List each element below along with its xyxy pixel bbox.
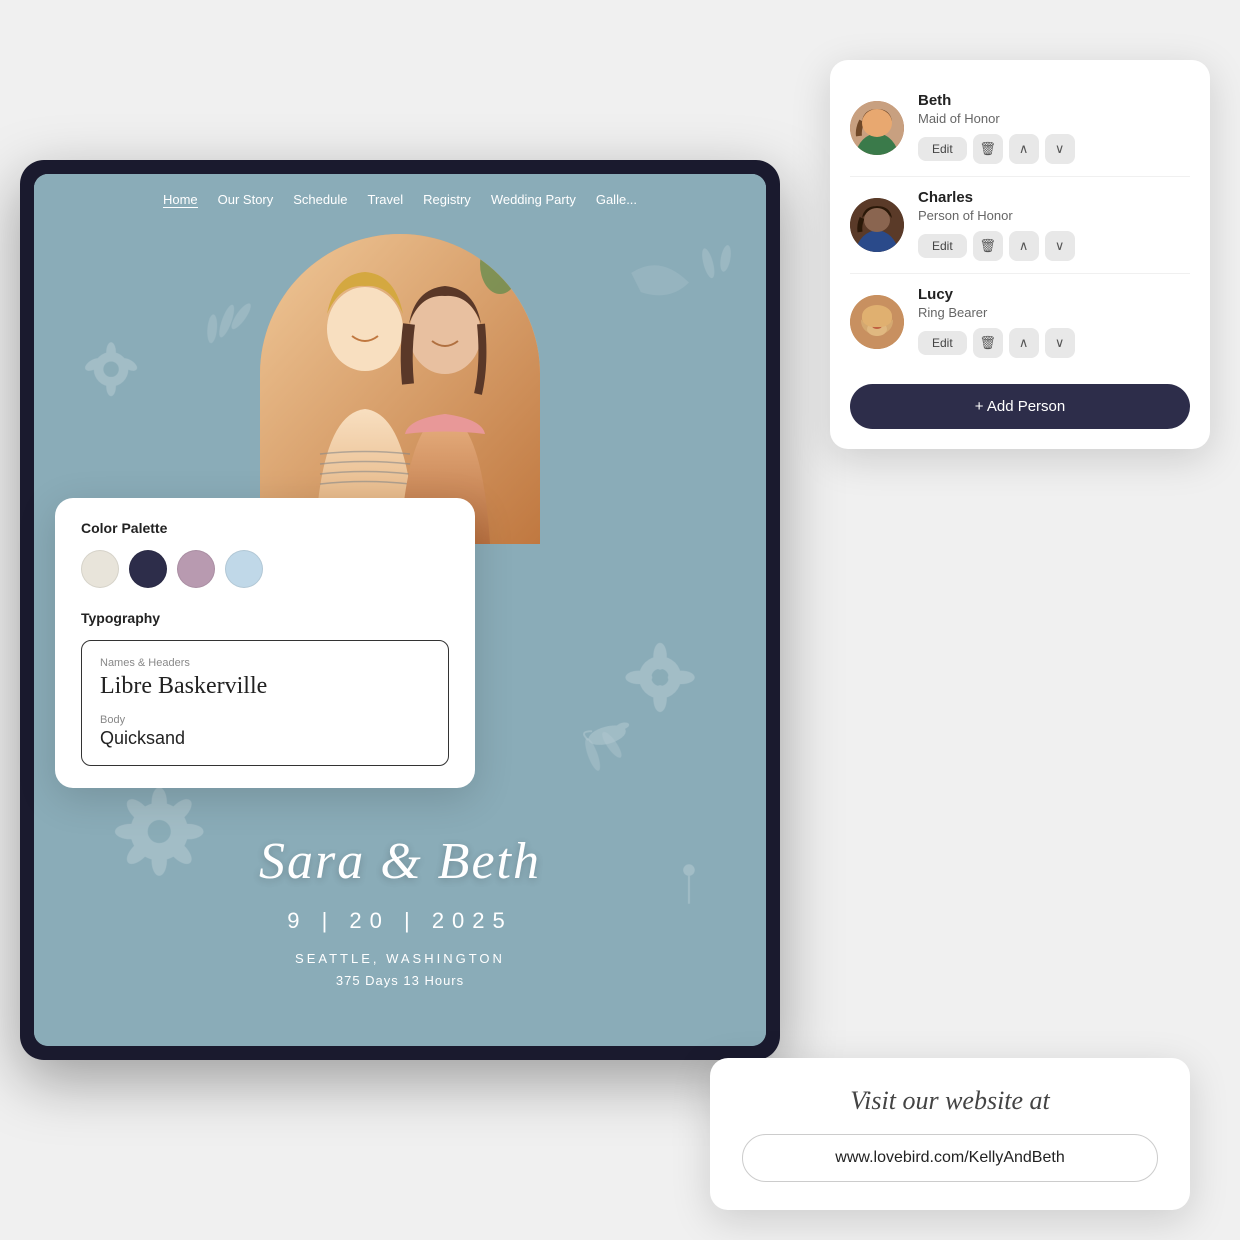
delete-beth-button[interactable]: 🗑	[973, 134, 1003, 164]
site-nav: Home Our Story Schedule Travel Registry …	[34, 174, 766, 218]
chevron-up-icon: ∧	[1019, 238, 1029, 254]
palette-color-1[interactable]	[81, 550, 119, 588]
party-member-charles: Charles Person of Honor Edit 🗑 ∧ ∨	[850, 177, 1190, 274]
move-down-beth-button[interactable]: ∨	[1045, 134, 1075, 164]
typo-names-label: Names & Headers	[100, 657, 430, 669]
member-role-charles: Person of Honor	[918, 208, 1190, 223]
nav-wedding-party[interactable]: Wedding Party	[491, 192, 576, 208]
member-info-charles: Charles Person of Honor Edit 🗑 ∧ ∨	[918, 189, 1190, 261]
nav-schedule[interactable]: Schedule	[293, 192, 347, 208]
nav-home[interactable]: Home	[163, 192, 198, 208]
couple-names: Sara & Beth	[34, 832, 766, 891]
member-info-beth: Beth Maid of Honor Edit 🗑 ∧ ∨	[918, 92, 1190, 164]
member-name-charles: Charles	[918, 189, 1190, 206]
countdown: 375 Days 13 Hours	[34, 973, 766, 988]
member-name-lucy: Lucy	[918, 286, 1190, 303]
member-actions-lucy: Edit 🗑 ∧ ∨	[918, 328, 1190, 358]
trash-icon: 🗑	[979, 335, 996, 351]
nav-travel[interactable]: Travel	[367, 192, 403, 208]
move-up-beth-button[interactable]: ∧	[1009, 134, 1039, 164]
edit-lucy-button[interactable]: Edit	[918, 331, 967, 355]
member-role-beth: Maid of Honor	[918, 111, 1190, 126]
chevron-up-icon: ∧	[1019, 335, 1029, 351]
typo-font-name: Libre Baskerville	[100, 673, 430, 700]
chevron-down-icon: ∨	[1055, 238, 1065, 254]
trash-icon: 🗑	[979, 238, 996, 254]
palette-dots	[81, 550, 449, 588]
party-card: Beth Maid of Honor Edit 🗑 ∧ ∨	[830, 60, 1210, 449]
typography-box: Names & Headers Libre Baskerville Body Q…	[81, 640, 449, 766]
palette-color-4[interactable]	[225, 550, 263, 588]
palette-section-title: Color Palette	[81, 520, 449, 536]
delete-charles-button[interactable]: 🗑	[973, 231, 1003, 261]
edit-beth-button[interactable]: Edit	[918, 137, 967, 161]
chevron-down-icon: ∨	[1055, 335, 1065, 351]
member-actions-charles: Edit 🗑 ∧ ∨	[918, 231, 1190, 261]
edit-charles-button[interactable]: Edit	[918, 234, 967, 258]
party-member-lucy: Lucy Ring Bearer Edit 🗑 ∧ ∨	[850, 274, 1190, 370]
member-info-lucy: Lucy Ring Bearer Edit 🗑 ∧ ∨	[918, 286, 1190, 358]
palette-card: Color Palette Typography Names & Headers…	[55, 498, 475, 788]
move-down-lucy-button[interactable]: ∨	[1045, 328, 1075, 358]
website-url[interactable]: www.lovebird.com/KellyAndBeth	[742, 1134, 1158, 1182]
nav-registry[interactable]: Registry	[423, 192, 471, 208]
member-name-beth: Beth	[918, 92, 1190, 109]
member-avatar-charles	[850, 198, 904, 252]
typo-body-font: Quicksand	[100, 728, 430, 749]
move-up-lucy-button[interactable]: ∧	[1009, 328, 1039, 358]
typo-body-label: Body	[100, 714, 430, 726]
website-card: Visit our website at www.lovebird.com/Ke…	[710, 1058, 1190, 1210]
wedding-date: 9 | 20 | 2025	[34, 908, 766, 934]
move-down-charles-button[interactable]: ∨	[1045, 231, 1075, 261]
delete-lucy-button[interactable]: 🗑	[973, 328, 1003, 358]
palette-color-2[interactable]	[129, 550, 167, 588]
member-avatar-beth	[850, 101, 904, 155]
chevron-down-icon: ∨	[1055, 141, 1065, 157]
trash-icon: 🗑	[979, 141, 996, 157]
visit-text: Visit our website at	[742, 1086, 1158, 1116]
member-avatar-lucy	[850, 295, 904, 349]
wedding-location: SEATTLE, WASHINGTON	[34, 951, 766, 966]
move-up-charles-button[interactable]: ∧	[1009, 231, 1039, 261]
typography-section-title: Typography	[81, 610, 449, 626]
party-member-beth: Beth Maid of Honor Edit 🗑 ∧ ∨	[850, 80, 1190, 177]
add-person-button[interactable]: + Add Person	[850, 384, 1190, 429]
nav-gallery[interactable]: Galle...	[596, 192, 637, 208]
chevron-up-icon: ∧	[1019, 141, 1029, 157]
member-actions-beth: Edit 🗑 ∧ ∨	[918, 134, 1190, 164]
palette-color-3[interactable]	[177, 550, 215, 588]
member-role-lucy: Ring Bearer	[918, 305, 1190, 320]
nav-our-story[interactable]: Our Story	[218, 192, 274, 208]
